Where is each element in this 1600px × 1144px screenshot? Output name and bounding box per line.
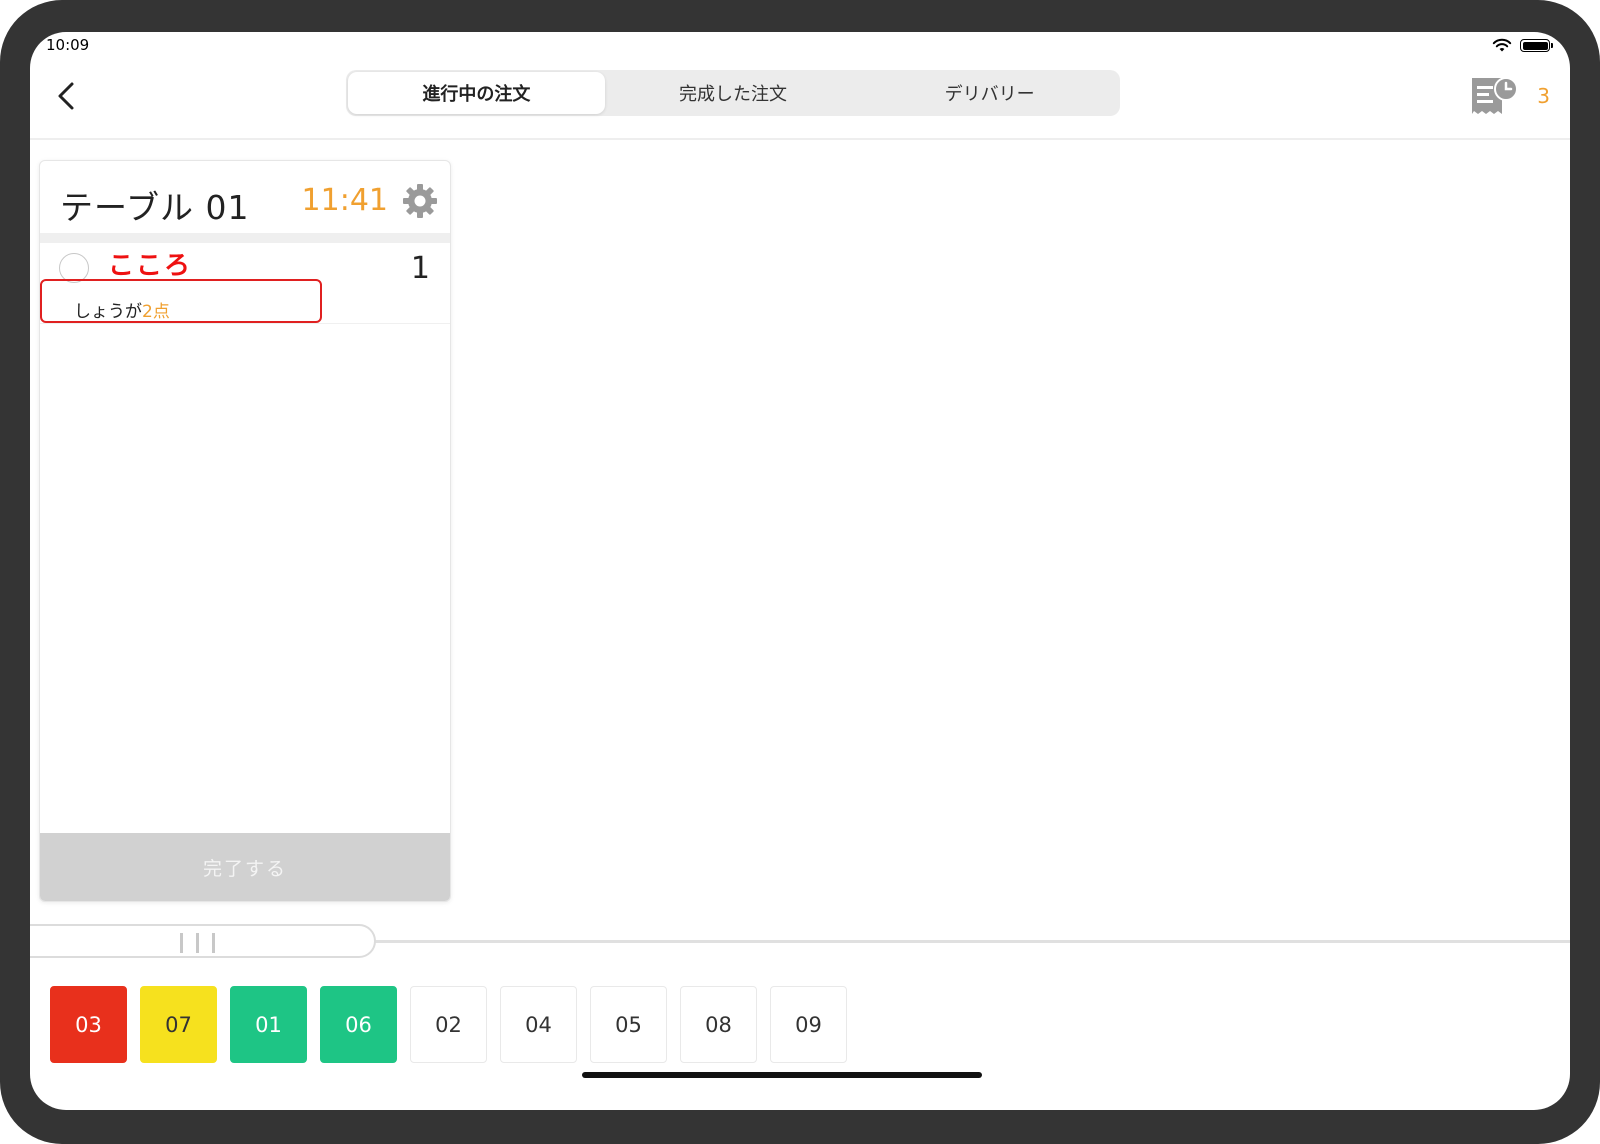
wifi-icon <box>1492 38 1512 52</box>
table-chip-06[interactable]: 06 <box>320 986 397 1063</box>
table-chip-05[interactable]: 05 <box>590 986 667 1063</box>
receipt-count-badge: 3 <box>1537 84 1550 108</box>
table-chip-09[interactable]: 09 <box>770 986 847 1063</box>
table-chip-04[interactable]: 04 <box>500 986 577 1063</box>
battery-icon <box>1520 39 1553 52</box>
card-divider <box>40 233 450 243</box>
grip-line <box>196 933 199 953</box>
status-time: 10:09 <box>46 36 90 54</box>
order-time: 11:41 <box>301 183 388 218</box>
tab-delivery[interactable]: デリバリー <box>861 72 1118 114</box>
receipt-clock-icon[interactable] <box>1468 74 1520 120</box>
gear-icon[interactable] <box>402 183 438 219</box>
scroll-slider-handle[interactable] <box>30 924 376 958</box>
item-quantity: 1 <box>410 251 430 286</box>
order-item-row[interactable]: こころ 1 しょうが2点 <box>40 243 450 324</box>
item-option: しょうが2点 <box>74 297 170 322</box>
order-tabs: 進行中の注文 完成した注文 デリバリー <box>346 70 1120 116</box>
order-card: テーブル 01 11:41 こころ 1 しょうが2点 完了する <box>39 160 451 902</box>
table-selector: 03 07 01 06 02 04 05 08 09 <box>50 986 847 1063</box>
grip-line <box>180 933 183 953</box>
item-check-radio[interactable] <box>59 253 89 283</box>
table-chip-07[interactable]: 07 <box>140 986 217 1063</box>
table-chip-03[interactable]: 03 <box>50 986 127 1063</box>
table-chip-08[interactable]: 08 <box>680 986 757 1063</box>
header-divider <box>30 138 1570 140</box>
chevron-left-icon[interactable] <box>52 78 82 114</box>
device: 10:09 進行中の注文 完成した注文 デリバリー 3 テーブル 01 11:4… <box>0 0 1600 1144</box>
item-name: こころ <box>108 251 193 281</box>
tab-in-progress[interactable]: 進行中の注文 <box>348 72 605 114</box>
table-title: テーブル 01 <box>60 188 250 227</box>
status-icons <box>1492 38 1553 53</box>
tab-completed[interactable]: 完成した注文 <box>605 72 862 114</box>
grip-line <box>212 933 215 953</box>
table-chip-02[interactable]: 02 <box>410 986 487 1063</box>
app-screen: 10:09 進行中の注文 完成した注文 デリバリー 3 テーブル 01 11:4… <box>30 32 1570 1110</box>
home-indicator <box>582 1072 982 1078</box>
complete-button[interactable]: 完了する <box>40 833 450 901</box>
table-chip-01[interactable]: 01 <box>230 986 307 1063</box>
option-text: しょうが <box>74 302 142 322</box>
option-count: 2点 <box>142 302 170 322</box>
order-card-header: テーブル 01 11:41 <box>40 161 450 233</box>
